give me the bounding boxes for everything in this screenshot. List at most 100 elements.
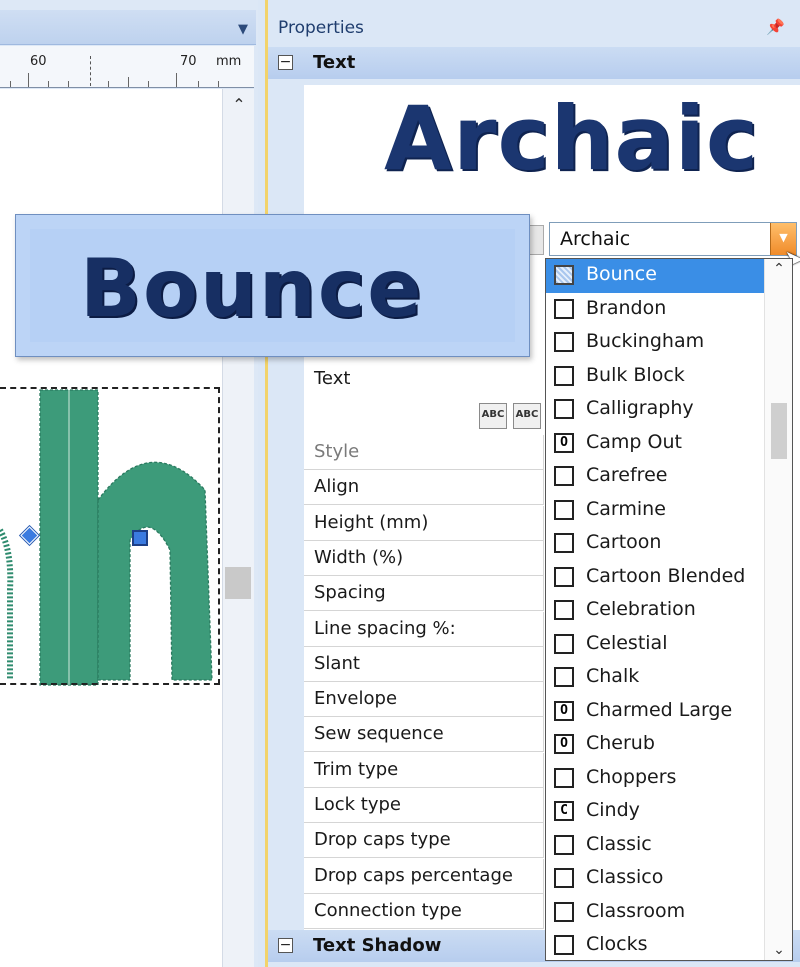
property-label: Envelope — [314, 688, 398, 710]
property-row[interactable]: Align — [304, 470, 544, 506]
font-list-item[interactable]: O Camp Out — [546, 427, 764, 461]
font-list-scrollbar[interactable]: ⌃ ⌄ — [764, 259, 792, 960]
font-type-icon: O — [554, 734, 574, 754]
font-name: Classic — [586, 832, 652, 855]
property-label: Drop caps type — [314, 829, 451, 851]
font-name: Cherub — [586, 732, 655, 754]
ruler-mark-60: 60 — [30, 54, 47, 69]
property-label: Style — [314, 441, 360, 462]
property-row[interactable]: Envelope — [304, 682, 544, 718]
property-row[interactable]: Spacing — [304, 576, 544, 612]
property-label: Width (%) — [314, 546, 404, 568]
font-list-item[interactable]: Brandon — [546, 293, 764, 327]
property-row[interactable]: Connection type — [304, 893, 544, 929]
font-name: Celebration — [586, 598, 696, 620]
font-type-icon — [554, 298, 574, 319]
font-type-icon — [554, 600, 574, 620]
canvas-tab-bar: ▼ — [0, 10, 256, 45]
property-row[interactable]: Lock type — [304, 788, 544, 823]
font-list-item[interactable]: Celebration — [546, 594, 764, 628]
font-type-icon — [554, 265, 574, 285]
font-list-item[interactable]: O Charmed Large — [546, 695, 764, 729]
font-list-item[interactable]: Classroom — [546, 896, 764, 930]
property-row[interactable]: Width (%) — [304, 540, 544, 576]
font-list-item[interactable]: Clocks — [546, 929, 764, 963]
collapse-icon[interactable]: − — [278, 55, 293, 70]
properties-header: Properties 📌 — [268, 10, 800, 46]
font-list-item[interactable]: Bounce — [546, 259, 764, 293]
font-name: Cindy — [586, 799, 640, 821]
font-list-item[interactable]: C Cindy — [546, 795, 764, 829]
property-label: Line spacing %: — [314, 617, 456, 639]
font-list-item[interactable]: Bulk Block — [546, 360, 764, 394]
property-label: Align — [314, 476, 360, 498]
font-list-item[interactable]: Carmine — [546, 494, 764, 528]
pin-icon[interactable]: 📌 — [766, 18, 785, 36]
font-type-icon — [554, 365, 574, 386]
scroll-thumb[interactable] — [225, 567, 251, 599]
scroll-up-icon[interactable]: ⌃ — [223, 95, 255, 114]
property-row[interactable]: Drop caps type — [304, 823, 544, 859]
font-type-icon — [554, 901, 574, 922]
property-row[interactable]: Height (mm) — [304, 505, 544, 541]
property-label: Drop caps percentage — [314, 864, 513, 886]
resize-handle[interactable] — [132, 530, 148, 546]
font-list-item[interactable]: Chalk — [546, 661, 764, 695]
property-label: Slant — [314, 652, 360, 674]
font-list-item[interactable]: Calligraphy — [546, 393, 764, 427]
font-list-item[interactable]: Cartoon Blended — [546, 561, 764, 595]
font-list-item[interactable]: O Cherub — [546, 728, 764, 762]
font-type-icon: C — [554, 801, 574, 821]
font-name: Choppers — [586, 765, 677, 788]
tab-dropdown-icon[interactable]: ▼ — [238, 22, 248, 37]
ruler-mark-70: 70 — [180, 54, 197, 69]
font-list-item[interactable]: Choppers — [546, 762, 764, 796]
font-preview-area: Bounce — [30, 229, 515, 342]
font-type-icon — [554, 566, 574, 587]
font-type-icon — [554, 466, 574, 486]
property-row[interactable]: Trim type — [304, 752, 544, 788]
font-name: Cartoon — [586, 531, 662, 553]
property-label: Lock type — [314, 794, 401, 815]
font-list-item[interactable]: Cartoon — [546, 527, 764, 561]
font-type-icon — [554, 533, 574, 553]
property-row[interactable]: Drop caps percentage — [304, 858, 544, 894]
section-text-shadow-label: Text Shadow — [313, 935, 442, 956]
font-type-icon — [554, 935, 574, 955]
scroll-thumb[interactable] — [771, 403, 787, 459]
font-type-icon — [554, 667, 574, 687]
property-row[interactable]: Slant — [304, 646, 544, 682]
properties-title: Properties — [278, 18, 364, 38]
text-format-button[interactable]: ABC — [513, 403, 541, 429]
font-name: Cartoon Blended — [586, 564, 746, 587]
property-row[interactable]: Style — [304, 435, 544, 470]
font-list-item[interactable]: Buckingham — [546, 326, 764, 360]
scroll-down-icon[interactable]: ⌄ — [765, 942, 793, 958]
font-name: Classroom — [586, 899, 686, 922]
font-list-item[interactable]: Celestial — [546, 628, 764, 662]
collapse-icon[interactable]: − — [278, 938, 293, 953]
font-name: Bounce — [586, 263, 657, 285]
font-select-value: Archaic — [560, 228, 631, 250]
font-list-item[interactable]: Classic — [546, 829, 764, 863]
font-name: Carmine — [586, 497, 666, 520]
font-list-item[interactable]: Carefree — [546, 460, 764, 494]
font-type-icon — [554, 868, 574, 888]
font-type-icon — [554, 834, 574, 855]
font-name: Carefree — [586, 464, 668, 486]
design-canvas-pane: ▼ 60 70 mm ⌃ — [0, 0, 258, 967]
property-row[interactable]: Sew sequence — [304, 717, 544, 753]
scroll-up-icon[interactable]: ⌃ — [765, 261, 793, 277]
font-list-item[interactable]: Classico — [546, 862, 764, 896]
section-text[interactable]: − Text — [268, 47, 800, 79]
font-name: Calligraphy — [586, 397, 694, 419]
property-row[interactable]: Line spacing %: — [304, 611, 544, 647]
font-name: Classico — [586, 866, 664, 888]
property-label: Sew sequence — [314, 723, 444, 745]
font-dropdown-list[interactable]: Bounce Brandon Buckingham Bulk Block Calligr… — [545, 258, 793, 961]
font-select[interactable]: Archaic ▼ — [549, 222, 797, 256]
text-label: Text — [314, 368, 351, 389]
font-sample-preview: Archaic — [384, 87, 760, 190]
spell-check-button[interactable]: ABC — [479, 403, 507, 429]
font-type-icon — [554, 633, 574, 654]
